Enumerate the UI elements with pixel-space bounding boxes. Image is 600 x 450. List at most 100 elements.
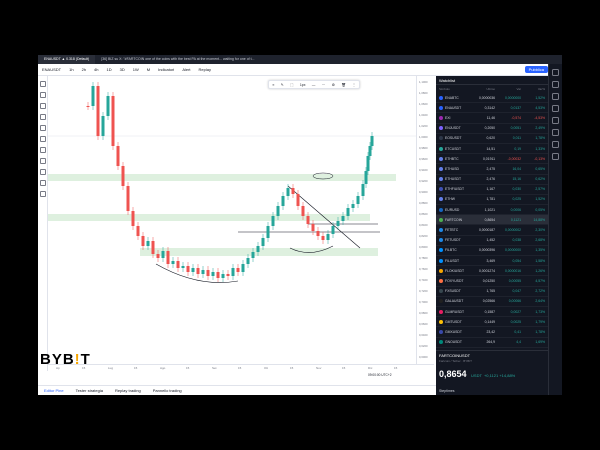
- help-icon[interactable]: [552, 153, 559, 160]
- watchlist-row[interactable]: ENABTC 0,0000036 0,0000000 1,52%: [436, 93, 548, 104]
- detail-symbol[interactable]: FARTCOINUSDT: [439, 353, 545, 358]
- replay-button[interactable]: Replay: [195, 67, 215, 72]
- crosshair-icon[interactable]: [40, 81, 46, 87]
- price-tick-label: 1,0600: [419, 102, 428, 106]
- timeframe-3d[interactable]: 3D: [116, 67, 129, 72]
- trendline-icon[interactable]: [40, 92, 46, 98]
- watchlist-row[interactable]: GMXUSDT 23,42 0,41 1,78%: [436, 327, 548, 338]
- candle-body: [311, 224, 315, 231]
- line-style-icon[interactable]: —: [312, 83, 316, 87]
- watchlist-row[interactable]: FOXYUSDT 0,01250 0,00055 4,57%: [436, 276, 548, 287]
- watchlist-row[interactable]: GMTUSDT 0,1449 0,0025 1,79%: [436, 317, 548, 328]
- pencil-icon[interactable]: ✎: [281, 83, 284, 87]
- ideas-icon[interactable]: [552, 129, 559, 136]
- line-width-button[interactable]: 1px: [300, 83, 306, 87]
- measure-icon[interactable]: [40, 147, 46, 153]
- tab-pine-editor[interactable]: Editor Pine: [38, 388, 70, 393]
- watchlist-row[interactable]: ETHUSDT 2,476 15,16 0,62%: [436, 175, 548, 185]
- symbol-search-button[interactable]: ENAUSDT: [38, 67, 65, 72]
- time-axis[interactable]: Ap 15 Lug 15 Ago 15 Set 15 Ott 15 Nov 15 Dic 15: [48, 364, 434, 371]
- watchlist-row[interactable]: EXI 11,46 -0,574 -4,53%: [436, 113, 548, 124]
- candle-body: [186, 266, 190, 272]
- watchlist-row[interactable]: GALAUSDT 0,02566 0,00066 2,64%: [436, 297, 548, 307]
- watchlist-row[interactable]: GNOUSDT 264,9 4,4 1,69%: [436, 338, 548, 348]
- row-last: 1,781: [486, 197, 496, 202]
- fib-icon[interactable]: [40, 103, 46, 109]
- browser-tab[interactable]: ENAUSDT ▲ 0.318 (Default): [38, 55, 96, 64]
- row-change: -0,574: [511, 115, 521, 120]
- watchlist-row[interactable]: ENJUSDT 0,2050 0,0051 2,49%: [436, 124, 548, 134]
- price-tick-label: 0,9800: [419, 146, 428, 150]
- calendar-icon[interactable]: [552, 105, 559, 112]
- col-symbol[interactable]: Simbolo: [439, 87, 473, 91]
- time-tick-label: 15: [394, 366, 398, 370]
- indicators-button[interactable]: Indicatori: [154, 67, 178, 72]
- menu-icon[interactable]: ⋮: [352, 83, 356, 87]
- timeframe-1w[interactable]: 1W: [129, 67, 143, 72]
- bottom-panel-tabs: Editor Pine Tester strategia Replay trad…: [38, 385, 438, 395]
- row-symbol: ETHFIUSDT: [439, 187, 473, 192]
- candle-body: [241, 264, 245, 272]
- row-symbol: GMXUSDT: [439, 329, 473, 334]
- watchlist-row[interactable]: ETHW 1,781 0,025 1,52%: [436, 195, 548, 206]
- col-last[interactable]: Ultimo: [473, 87, 495, 91]
- chat-icon[interactable]: [552, 93, 559, 100]
- price-chart[interactable]: [48, 76, 423, 364]
- alert-button[interactable]: Alert: [178, 67, 194, 72]
- watchlist-row[interactable]: FILUSDT 3,469 0,054 1,58%: [436, 256, 548, 267]
- row-last: 1,452: [486, 238, 496, 243]
- watchlist-row[interactable]: EURUSD 1,1021 0,0006 0,05%: [436, 205, 548, 216]
- watchlist-row[interactable]: ETHUSD 2,475 16,04 0,65%: [436, 164, 548, 175]
- row-symbol: EURUSD: [439, 207, 473, 212]
- price-tick-label: 0,6000: [419, 355, 428, 359]
- watchlist-row[interactable]: FETBTC 0,0000187 0,0000002 2,30%: [436, 225, 548, 236]
- watchlist-row[interactable]: FETUSDT 1,452 0,038 2,68%: [436, 236, 548, 246]
- price-axis[interactable]: 1,1000 1,0800 1,0600 1,0400 1,0200 1,0000 0,98…: [416, 76, 434, 364]
- timeframe-1h[interactable]: 1h: [65, 67, 77, 72]
- row-symbol: ETHUSD: [439, 166, 473, 171]
- watchlist-icon[interactable]: [552, 69, 559, 76]
- row-last: 264,9: [486, 340, 496, 345]
- watchlist-row[interactable]: FARTCOIN 0,8654 0,1121 14,88%: [436, 215, 548, 226]
- browser-tab[interactable]: [36] BIZ su X: "#FARTCOIN one of the coi…: [95, 55, 260, 64]
- settings-icon[interactable]: ⚙: [332, 83, 335, 87]
- text-icon[interactable]: [40, 125, 46, 131]
- watchlist-row[interactable]: FILBTC 0,0000396 0,0000000 1,35%: [436, 246, 548, 256]
- lock-icon[interactable]: [40, 180, 46, 186]
- row-last: 11,46: [486, 115, 495, 120]
- fill-icon[interactable]: ⬚: [290, 83, 293, 87]
- timeframe-2h[interactable]: 2h: [78, 67, 90, 72]
- candle-body: [226, 274, 230, 276]
- trash-icon[interactable]: [40, 191, 46, 197]
- drag-handle-icon[interactable]: ≡: [272, 83, 274, 87]
- watchlist-row[interactable]: FXSUSDT 1,765 0,047 2,72%: [436, 287, 548, 297]
- watchlist-header[interactable]: Watchlist: [436, 76, 548, 85]
- watchlist-row[interactable]: ENAUSDT 0,3142 0,0137 4,53%: [436, 103, 548, 114]
- notifications-icon[interactable]: [552, 141, 559, 148]
- col-change[interactable]: Var: [495, 87, 521, 91]
- row-change: 0,0006: [510, 207, 521, 212]
- timeframe-1d[interactable]: 1D: [102, 67, 115, 72]
- watchlist-row[interactable]: ETCUSDT 14,51 0,19 1,33%: [436, 144, 548, 155]
- magnet-icon[interactable]: [40, 169, 46, 175]
- watchlist-row[interactable]: EOSUSDT 0,620 0,011 1,78%: [436, 134, 548, 144]
- pattern-icon[interactable]: [40, 136, 46, 142]
- watchlist-row[interactable]: GLMRUSDT 0,1587 0,0027 1,73%: [436, 307, 548, 318]
- watchlist-row[interactable]: ETHFIUSDT 1,167 0,030 2,57%: [436, 185, 548, 195]
- alerts-icon[interactable]: [552, 81, 559, 88]
- brush-icon[interactable]: [40, 114, 46, 120]
- tab-trading-panel[interactable]: Pannello trading: [147, 388, 188, 393]
- timeframe-month[interactable]: M: [143, 67, 154, 72]
- watchlist-row[interactable]: ETHBTC 0,01911 -0,00032 -0,13%: [436, 154, 548, 165]
- more-icon[interactable]: ⋯: [322, 83, 326, 87]
- col-change-pct[interactable]: Var%: [521, 87, 545, 91]
- watchlist-row[interactable]: FLOKIUSDT 0,0001274 0,0000016 1,26%: [436, 266, 548, 277]
- timeframe-4h[interactable]: 4h: [90, 67, 102, 72]
- tab-replay-trading[interactable]: Replay trading: [109, 388, 147, 393]
- tab-strategy-tester[interactable]: Tester strategia: [70, 388, 109, 393]
- detail-link[interactable]: Steptimes: [439, 389, 455, 393]
- publish-button[interactable]: Pubblica: [524, 66, 548, 73]
- zoom-icon[interactable]: [40, 158, 46, 164]
- news-icon[interactable]: [552, 117, 559, 124]
- trash-icon[interactable]: 🗑: [341, 83, 345, 87]
